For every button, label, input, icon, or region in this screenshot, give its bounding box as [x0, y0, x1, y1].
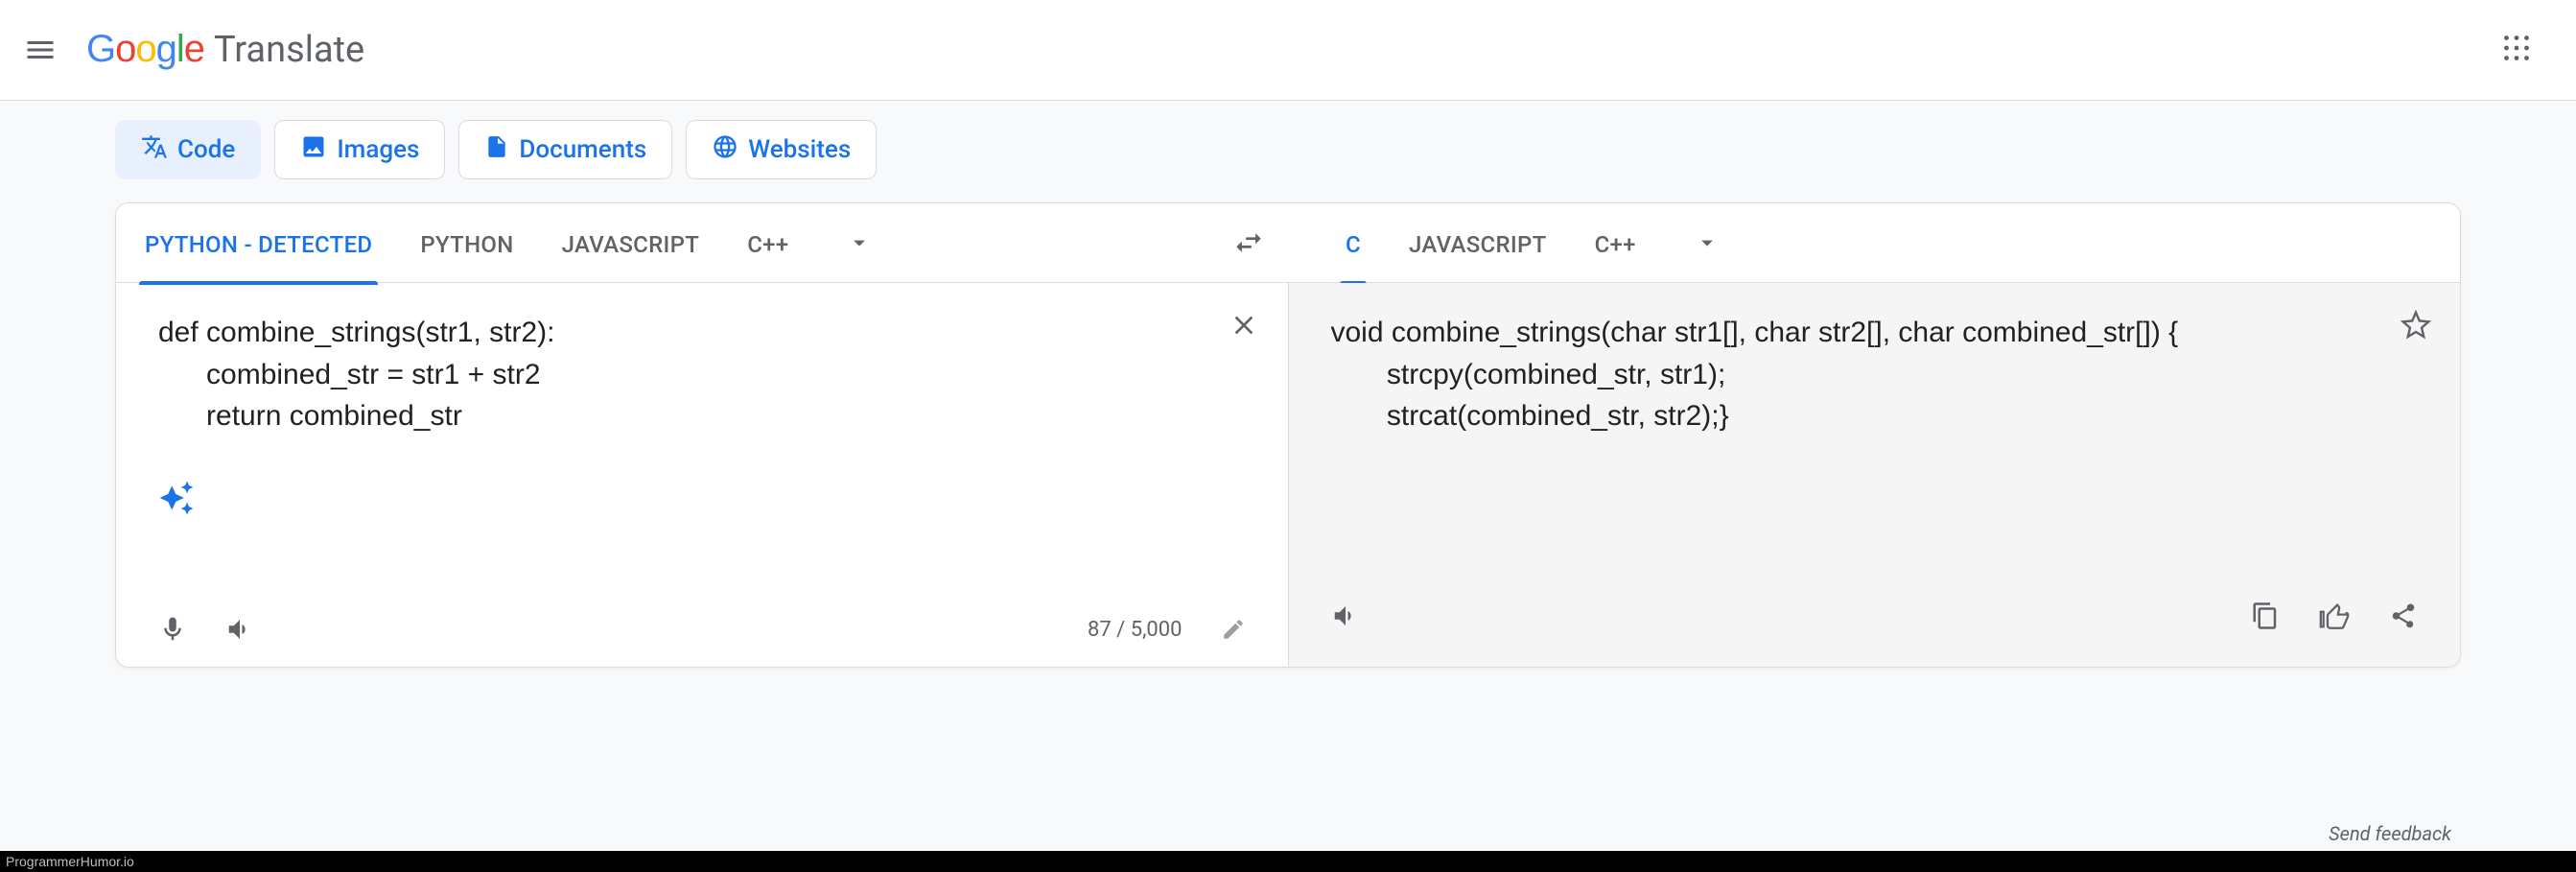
rate-translation-icon[interactable] — [2318, 600, 2351, 632]
tgt-lang-more-chevron-icon[interactable] — [1694, 229, 1721, 256]
src-lang-detected[interactable]: PYTHON - DETECTED — [145, 208, 372, 277]
mode-tab-documents[interactable]: Documents — [458, 120, 672, 179]
tgt-lang-c[interactable]: C — [1346, 208, 1361, 277]
target-text-output: void combine_strings(char str1[], char s… — [1331, 312, 2419, 437]
listen-target-icon[interactable] — [1331, 601, 1360, 630]
src-lang-python[interactable]: PYTHON — [420, 208, 513, 277]
menu-icon[interactable] — [23, 33, 58, 67]
source-footer: 87 / 5,000 — [158, 615, 1246, 644]
mic-icon[interactable] — [158, 615, 187, 644]
translate-card: PYTHON - DETECTED PYTHON JAVASCRIPT C++ … — [115, 202, 2461, 668]
mode-tabs: Code Images Documents Websites — [115, 120, 2461, 179]
source-lang-tabs: PYTHON - DETECTED PYTHON JAVASCRIPT C++ — [116, 208, 1259, 277]
mode-tab-label: Websites — [748, 135, 851, 164]
clear-input-icon[interactable] — [1229, 310, 1259, 341]
work-area: Code Images Documents Websites PYTHON - … — [0, 100, 2576, 851]
mode-tab-code[interactable]: Code — [115, 120, 261, 179]
edit-pencil-icon[interactable] — [1221, 617, 1246, 642]
src-lang-javascript[interactable]: JAVASCRIPT — [562, 208, 700, 277]
translate-icon — [141, 133, 168, 167]
document-icon — [484, 134, 509, 166]
source-pane: def combine_strings(str1, str2): combine… — [116, 283, 1288, 667]
copy-icon[interactable] — [2251, 601, 2280, 630]
source-text-input[interactable]: def combine_strings(str1, str2): combine… — [158, 312, 1246, 437]
image-icon — [300, 133, 327, 167]
app-name: Translate — [214, 29, 364, 71]
mode-tab-label: Images — [337, 135, 419, 164]
language-row: PYTHON - DETECTED PYTHON JAVASCRIPT C++ … — [116, 203, 2460, 282]
mode-tab-label: Documents — [519, 135, 646, 164]
target-footer — [1331, 600, 2419, 632]
translate-body: def combine_strings(str1, str2): combine… — [116, 282, 2460, 667]
char-count: 87 / 5,000 — [1088, 618, 1183, 642]
google-wordmark: Google — [86, 28, 204, 71]
sparkle-icon[interactable] — [158, 480, 1246, 520]
mode-tab-websites[interactable]: Websites — [686, 120, 877, 179]
watermark-bar: ProgrammerHumor.io — [0, 851, 2576, 872]
tgt-lang-cpp[interactable]: C++ — [1595, 208, 1636, 277]
tgt-lang-javascript[interactable]: JAVASCRIPT — [1409, 208, 1547, 277]
mode-tab-images[interactable]: Images — [274, 120, 445, 179]
apps-grid-icon[interactable] — [2499, 31, 2534, 65]
google-translate-logo: Google Translate — [86, 28, 364, 71]
top-bar: Google Translate — [0, 0, 2576, 100]
swap-languages-icon[interactable] — [1232, 226, 1265, 259]
mode-tab-label: Code — [177, 135, 235, 164]
src-lang-cpp[interactable]: C++ — [747, 208, 788, 277]
send-feedback-link[interactable]: Send feedback — [2329, 822, 2451, 845]
watermark-text: ProgrammerHumor.io — [6, 854, 134, 869]
target-pane: void combine_strings(char str1[], char s… — [1288, 283, 2461, 667]
save-star-icon[interactable] — [2400, 310, 2431, 341]
src-lang-more-chevron-icon[interactable] — [846, 229, 873, 256]
globe-icon — [712, 133, 738, 167]
share-icon[interactable] — [2389, 601, 2418, 630]
listen-source-icon[interactable] — [225, 615, 254, 644]
target-lang-tabs: C JAVASCRIPT C++ — [1259, 208, 2460, 277]
